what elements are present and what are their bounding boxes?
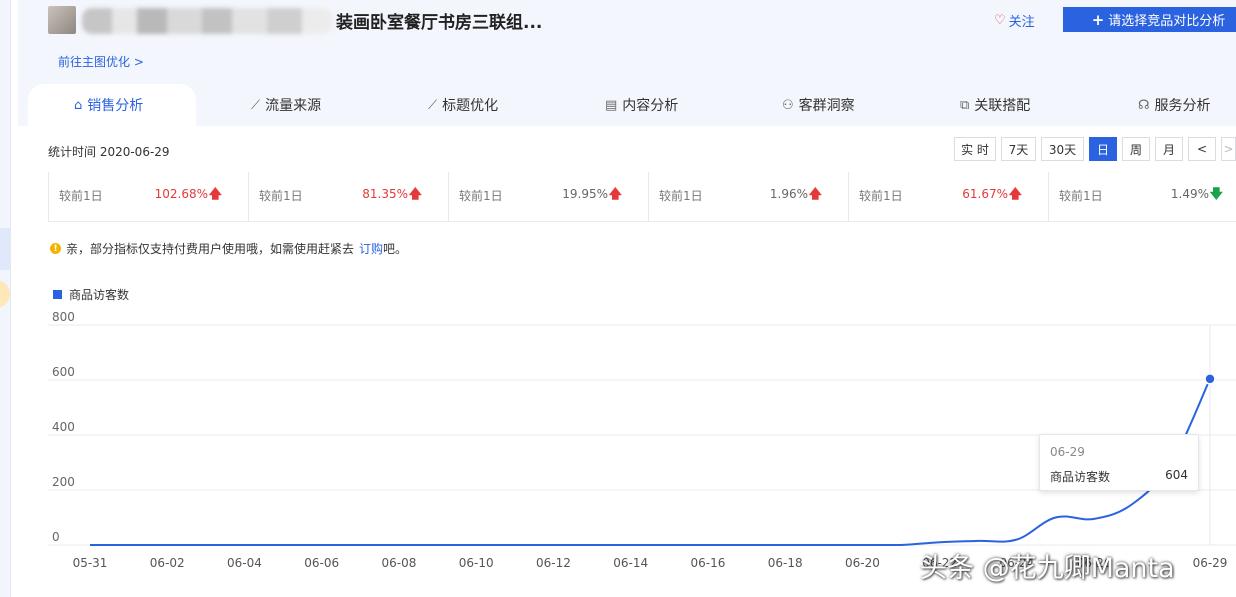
y-tick-label: 0 — [52, 530, 60, 544]
line-chart-icon: ⟋ — [428, 97, 438, 113]
metric-cell[interactable]: 较前1日 81.35% 🡅 — [249, 172, 449, 222]
tab-label: 服务分析 — [1154, 98, 1211, 114]
metric-cell[interactable]: 较前1日 1.49% 🡇 — [1049, 172, 1236, 222]
x-tick-label: 06-10 — [459, 556, 494, 570]
metric-comparison-row: 较前1日 102.68% 🡅 较前1日 81.35% 🡅 较前1日 19.95%… — [48, 172, 1236, 222]
product-header: 装画卧室餐厅书房三联组... ♡ 关注 + 请选择竞品对比分析 前往主图优化 >… — [18, 0, 1236, 126]
tooltip-value: 604 — [1165, 468, 1188, 482]
tab-audience-insight[interactable]: ⚇ 客群洞察 — [782, 84, 855, 126]
main-image-optimize-link[interactable]: 前往主图优化 > — [58, 53, 144, 70]
bag-icon: ⌂ — [74, 97, 83, 113]
tab-content-analysis[interactable]: ▤ 内容分析 — [605, 84, 678, 126]
plus-icon: + — [1091, 10, 1105, 29]
chart-tooltip: 06-29 商品访客数 604 — [1039, 434, 1199, 491]
compare-competitor-button[interactable]: + 请选择竞品对比分析 — [1063, 7, 1236, 32]
x-tick-label: 06-02 — [150, 556, 185, 570]
product-title: 装画卧室餐厅书房三联组... — [336, 13, 543, 33]
tab-related-match[interactable]: ⧉ 关联搭配 — [960, 84, 1030, 126]
people-icon: ⚇ — [782, 97, 794, 113]
heart-icon: ♡ — [994, 13, 1006, 28]
metric-cell[interactable]: 较前1日 102.68% 🡅 — [49, 172, 249, 222]
arrow-up-icon: 🡅 — [1008, 187, 1022, 202]
metric-cell[interactable]: 较前1日 19.95% 🡅 — [449, 172, 649, 222]
range-month-button[interactable]: 月 — [1155, 137, 1183, 161]
legend-swatch — [53, 290, 62, 299]
tab-title-optimize[interactable]: ⟋ 标题优化 — [428, 84, 498, 126]
subscribe-link[interactable]: 订购 — [359, 240, 383, 257]
x-tick-label: 05-31 — [73, 556, 108, 570]
tab-sales-analysis[interactable]: ⌂ 销售分析 — [74, 84, 143, 126]
arrow-up-icon: 🡅 — [408, 187, 422, 202]
x-tick-label: 06-12 — [536, 556, 571, 570]
headset-icon: ☊ — [1138, 97, 1150, 113]
x-tick-label: 06-29 — [1193, 556, 1228, 570]
compare-label: 较前1日 — [1059, 189, 1103, 203]
sidebar-selected-marker — [0, 228, 10, 270]
x-tick-label: 06-16 — [690, 556, 725, 570]
x-tick-label: 06-20 — [845, 556, 880, 570]
stat-time: 统计时间 2020-06-29 — [48, 145, 170, 159]
metric-cell[interactable]: 较前1日 61.67% 🡅 — [849, 172, 1049, 222]
arrow-down-icon: 🡇 — [1209, 187, 1223, 202]
x-tick-label: 06-04 — [227, 556, 262, 570]
compare-label: 较前1日 — [459, 189, 503, 203]
change-value: 61.67% — [962, 187, 1008, 201]
range-day-button[interactable]: 日 — [1089, 137, 1117, 161]
tab-label: 关联搭配 — [974, 98, 1031, 114]
tab-traffic-source[interactable]: ⟋ 流量来源 — [251, 84, 321, 126]
x-tick-label: 06-06 — [304, 556, 339, 570]
y-tick-label: 800 — [52, 310, 75, 324]
follow-button[interactable]: ♡ 关注 — [994, 11, 1035, 30]
compare-label: 请选择竞品对比分析 — [1108, 14, 1226, 29]
change-value: 81.35% — [362, 187, 408, 201]
notice-suffix: 吧。 — [383, 242, 408, 256]
change-value: 1.49% — [1170, 187, 1209, 201]
compare-label: 较前1日 — [59, 189, 103, 203]
range-realtime-button[interactable]: 实 时 — [954, 137, 996, 161]
arrow-up-icon: 🡅 — [608, 187, 622, 202]
x-tick-label: 06-18 — [768, 556, 803, 570]
prev-date-button[interactable]: < — [1188, 137, 1216, 161]
y-tick-label: 200 — [52, 475, 75, 489]
next-date-button[interactable]: > — [1221, 137, 1236, 161]
notice-text: 亲，部分指标仅支持付费用户使用哦，如需使用赶紧去 — [66, 242, 355, 256]
change-value: 102.68% — [154, 187, 208, 201]
arrow-up-icon: 🡅 — [208, 187, 222, 202]
tab-label: 销售分析 — [87, 98, 144, 114]
arrow-up-icon: 🡅 — [808, 187, 822, 202]
tab-label: 客群洞察 — [798, 98, 855, 114]
product-thumbnail — [48, 6, 76, 34]
change-value: 19.95% — [562, 187, 608, 201]
document-icon: ▤ — [605, 97, 618, 113]
date-toolbar: 统计时间 2020-06-29 实 时 7天 30天 日 周 月 < > — [18, 126, 1236, 172]
compare-label: 较前1日 — [659, 189, 703, 203]
analysis-tabs: ⌂ 销售分析 ⟋ 流量来源 ⟋ 标题优化 ▤ 内容分析 ⚇ 客群洞察 ⧉ 关联搭… — [18, 84, 1236, 126]
x-tick-label: 06-08 — [382, 556, 417, 570]
compare-label: 较前1日 — [259, 189, 303, 203]
metric-cell[interactable]: 较前1日 1.96% 🡅 — [649, 172, 849, 222]
y-tick-label: 400 — [52, 420, 75, 434]
warning-icon: ! — [50, 243, 61, 254]
y-tick-label: 600 — [52, 365, 75, 379]
tab-service-analysis[interactable]: ☊ 服务分析 — [1138, 84, 1211, 126]
x-tick-label: 06-14 — [613, 556, 648, 570]
change-value: 1.96% — [769, 187, 808, 201]
tooltip-date: 06-29 — [1050, 445, 1085, 459]
range-7day-button[interactable]: 7天 — [1001, 137, 1036, 161]
tab-label: 标题优化 — [442, 98, 499, 114]
line-chart-icon: ⟋ — [251, 97, 261, 113]
tab-label: 内容分析 — [622, 98, 679, 114]
link-icon: ⧉ — [960, 97, 970, 113]
blurred-title-prefix — [82, 8, 332, 34]
range-30day-button[interactable]: 30天 — [1041, 137, 1084, 161]
range-week-button[interactable]: 周 — [1122, 137, 1150, 161]
paid-feature-notice: ! 亲，部分指标仅支持付费用户使用哦，如需使用赶紧去 订购 吧。 — [50, 240, 407, 257]
tooltip-series: 商品访客数 — [1050, 470, 1111, 484]
compare-label: 较前1日 — [859, 189, 903, 203]
follow-label: 关注 — [1008, 15, 1035, 30]
watermark-text: 头条 @花九卿Manta — [920, 553, 1175, 584]
data-point[interactable] — [1204, 373, 1216, 385]
tab-label: 流量来源 — [265, 98, 322, 114]
